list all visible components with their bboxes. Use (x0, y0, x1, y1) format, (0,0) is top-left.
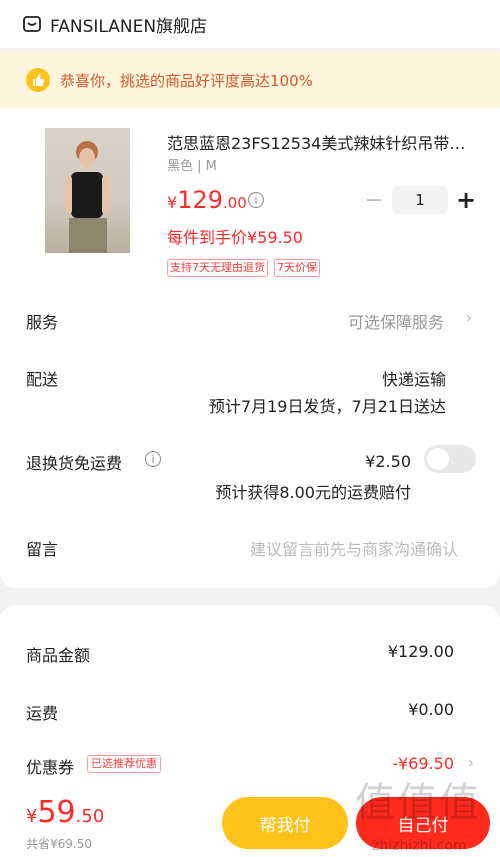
product-title[interactable]: 范思蓝恩23FS12534美式辣妹针织吊带背心 (167, 130, 477, 154)
order-card: 范思蓝恩23FS12534美式辣妹针织吊带背心 黑色 | M ¥ 129 .00… (0, 108, 500, 588)
total-price: ¥ 59 .50 (26, 795, 104, 830)
note-label: 留言 (26, 540, 59, 559)
total-integer: 59 (37, 795, 76, 830)
praise-banner: 恭喜你，挑选的商品好评度高达100% (0, 52, 500, 108)
quantity-stepper: − 1 + (362, 186, 478, 214)
price-symbol: ¥ (167, 193, 178, 212)
return-shipping-label: 退换货免运费 (26, 454, 123, 473)
praise-text: 恭喜你，挑选的商品好评度高达100% (60, 71, 313, 90)
store-name: FANSILANEN旗舰店 (50, 16, 208, 37)
return-shipping-note: 预计获得8.00元的运费赔付 (215, 483, 411, 502)
price-decimal: .00 (223, 194, 247, 212)
store-header[interactable]: FANSILANEN旗舰店 (0, 0, 500, 48)
product-price: ¥ 129 .00 (167, 186, 247, 214)
pay-for-me-button[interactable]: 帮我付 (222, 797, 348, 849)
product-image[interactable] (45, 128, 130, 253)
increase-quantity-button[interactable]: + (454, 186, 478, 214)
shipping-label: 运费 (26, 704, 59, 723)
shipping-value: ¥0.00 (408, 700, 454, 719)
watermark-logo: 值值值 (355, 780, 481, 826)
return-info-icon[interactable]: i (145, 451, 161, 467)
return-shipping-toggle[interactable] (424, 445, 476, 473)
delivery-eta: 预计7月19日发货，7月21日送达 (208, 397, 446, 416)
delivery-label: 配送 (26, 370, 59, 389)
price-integer: 129 (177, 186, 223, 214)
return-shipping-price: ¥2.50 (365, 452, 411, 471)
store-icon (23, 16, 41, 32)
total-symbol: ¥ (26, 806, 38, 827)
product-sku[interactable]: 黑色 | M (167, 155, 217, 174)
toggle-knob (427, 448, 449, 470)
coupon-tag: 已选推荐优惠 (87, 755, 161, 773)
goods-amount-value: ¥129.00 (387, 642, 454, 661)
return-policy-tag: 支持7天无理由退货 (167, 259, 268, 277)
delivery-method: 快递运输 (381, 370, 446, 389)
goods-amount-label: 商品金额 (26, 646, 91, 665)
price-protect-tag: 7天价保 (274, 259, 320, 277)
total-decimal: .50 (75, 806, 105, 827)
note-input[interactable]: 建议留言前先与商家沟通确认 (250, 536, 458, 560)
per-item-price: 每件到手价¥59.50 (167, 228, 303, 247)
decrease-quantity-button[interactable]: − (362, 188, 386, 213)
service-label: 服务 (26, 313, 59, 332)
coupon-label: 优惠券 (26, 758, 75, 777)
thumbs-up-icon (26, 68, 50, 92)
quantity-input[interactable]: 1 (392, 186, 448, 214)
service-value[interactable]: 可选保障服务 (348, 309, 444, 333)
saved-amount: 共省¥69.50 (26, 837, 92, 851)
service-chevron-icon[interactable]: › (466, 308, 472, 327)
price-info-icon[interactable]: i (248, 192, 264, 208)
watermark-url: zhizhizhi.com (372, 838, 467, 854)
product-tags: 支持7天无理由退货 7天价保 (167, 259, 326, 277)
